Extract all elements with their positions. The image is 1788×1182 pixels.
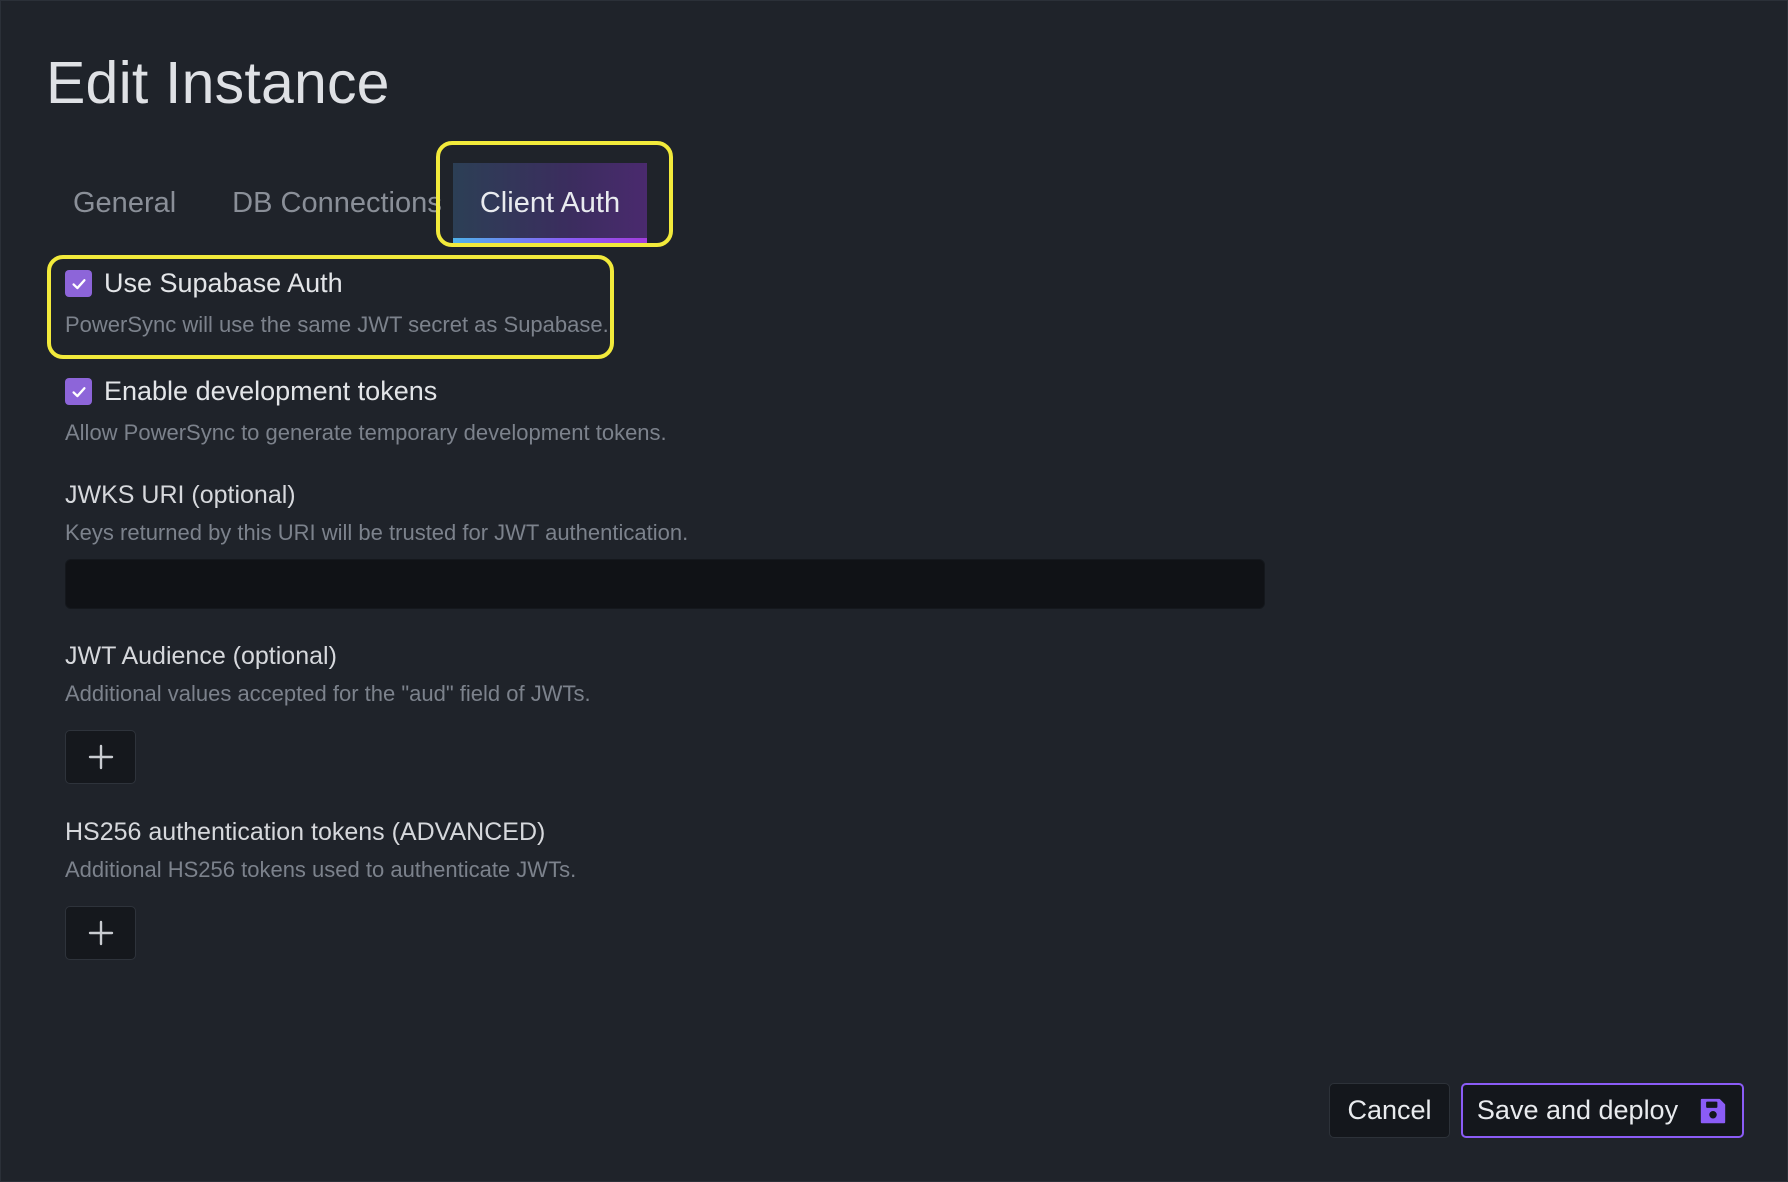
supabase-auth-hint: PowerSync will use the same JWT secret a… bbox=[65, 312, 609, 337]
jwt-audience-hint: Additional values accepted for the "aud"… bbox=[65, 681, 591, 706]
tab-general[interactable]: General bbox=[51, 163, 198, 243]
tab-bar: General DB Connections bbox=[51, 161, 464, 245]
plus-icon bbox=[88, 744, 113, 770]
dev-tokens-row[interactable]: Enable development tokens bbox=[65, 376, 437, 407]
tab-db-connections[interactable]: DB Connections bbox=[210, 163, 464, 243]
cancel-button[interactable]: Cancel bbox=[1329, 1083, 1450, 1138]
hs256-tokens-hint: Additional HS256 tokens used to authenti… bbox=[65, 857, 577, 882]
jwt-audience-label: JWT Audience (optional) bbox=[65, 642, 337, 670]
jwks-uri-label: JWKS URI (optional) bbox=[65, 481, 296, 509]
supabase-auth-row[interactable]: Use Supabase Auth bbox=[65, 268, 343, 299]
hs256-tokens-label: HS256 authentication tokens (ADVANCED) bbox=[65, 818, 546, 846]
supabase-auth-checkbox[interactable] bbox=[65, 270, 92, 297]
page-title: Edit Instance bbox=[46, 50, 390, 116]
floppy-disk-icon bbox=[1700, 1098, 1726, 1123]
dev-tokens-hint: Allow PowerSync to generate temporary de… bbox=[65, 420, 667, 445]
checkmark-icon bbox=[71, 278, 86, 289]
supabase-auth-label: Use Supabase Auth bbox=[104, 268, 343, 298]
dev-tokens-checkbox[interactable] bbox=[65, 378, 92, 405]
plus-icon bbox=[88, 920, 113, 946]
checkmark-icon bbox=[71, 386, 86, 397]
dev-tokens-label: Enable development tokens bbox=[104, 376, 438, 406]
save-and-deploy-label: Save and deploy bbox=[1476, 1095, 1679, 1125]
add-jwt-audience-button[interactable] bbox=[65, 730, 136, 784]
save-and-deploy-button[interactable]: Save and deploy bbox=[1461, 1083, 1744, 1138]
edit-instance-dialog: Edit Instance General DB Connections Cli… bbox=[0, 0, 1788, 1182]
jwks-uri-input[interactable] bbox=[65, 559, 1265, 609]
tab-highlight-outline bbox=[436, 141, 673, 247]
add-hs256-token-button[interactable] bbox=[65, 906, 136, 960]
jwks-uri-hint: Keys returned by this URI will be truste… bbox=[65, 520, 689, 545]
